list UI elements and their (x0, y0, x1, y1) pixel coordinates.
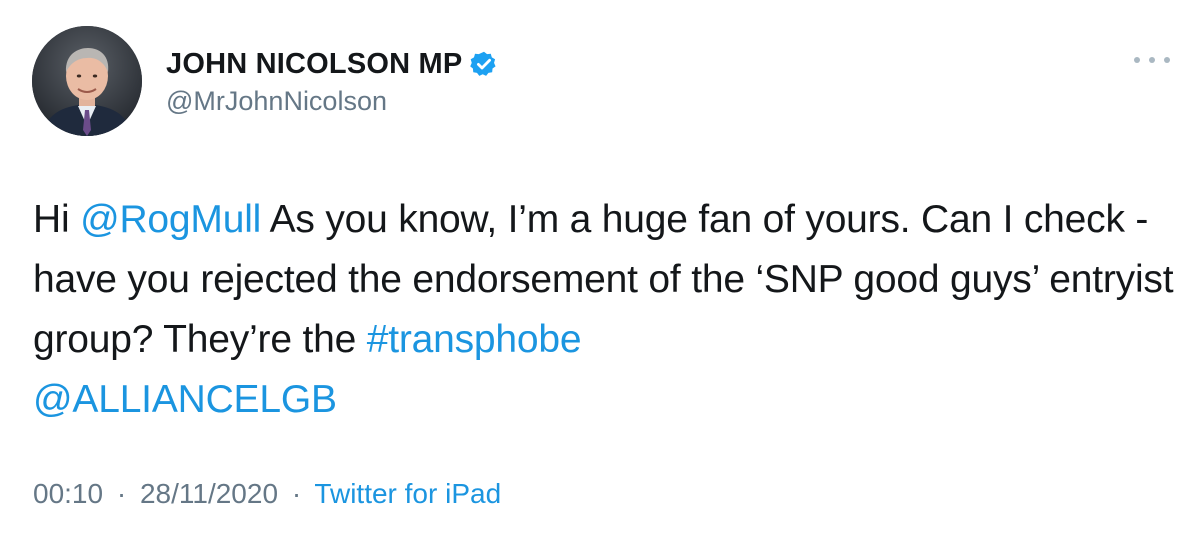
author-handle[interactable]: @MrJohnNicolson (166, 86, 387, 117)
meta-separator: · (291, 478, 302, 509)
tweet-card: JOHN NICOLSON MP @MrJohnNicolson Hi @Rog… (0, 0, 1200, 546)
meta-separator: · (116, 478, 127, 509)
author-avatar[interactable] (32, 26, 142, 136)
tweet-text: Hi @RogMull As you know, I’m a huge fan … (33, 190, 1183, 430)
hashtag-link-transphobe[interactable]: #transphobe (367, 318, 582, 361)
author-name-row: JOHN NICOLSON MP (166, 44, 498, 84)
tweet-time[interactable]: 00:10 (33, 478, 103, 509)
tweet-metadata: 00:10 · 28/11/2020 · Twitter for iPad (33, 478, 501, 510)
ellipsis-dot (1164, 57, 1170, 63)
mention-link-rogmull[interactable]: @RogMull (80, 198, 261, 241)
ellipsis-dot (1134, 57, 1140, 63)
author-display-name[interactable]: JOHN NICOLSON MP (166, 48, 462, 81)
verified-badge-icon (470, 50, 498, 78)
more-options-icon[interactable] (1134, 48, 1170, 72)
tweet-date[interactable]: 28/11/2020 (140, 478, 278, 509)
tweet-text-segment: Hi (33, 198, 81, 241)
tweet-source-link[interactable]: Twitter for iPad (314, 478, 501, 509)
ellipsis-dot (1149, 57, 1155, 63)
avatar-photo (32, 26, 142, 136)
mention-link-alliancelgb[interactable]: @ALLIANCELGB (33, 378, 337, 421)
